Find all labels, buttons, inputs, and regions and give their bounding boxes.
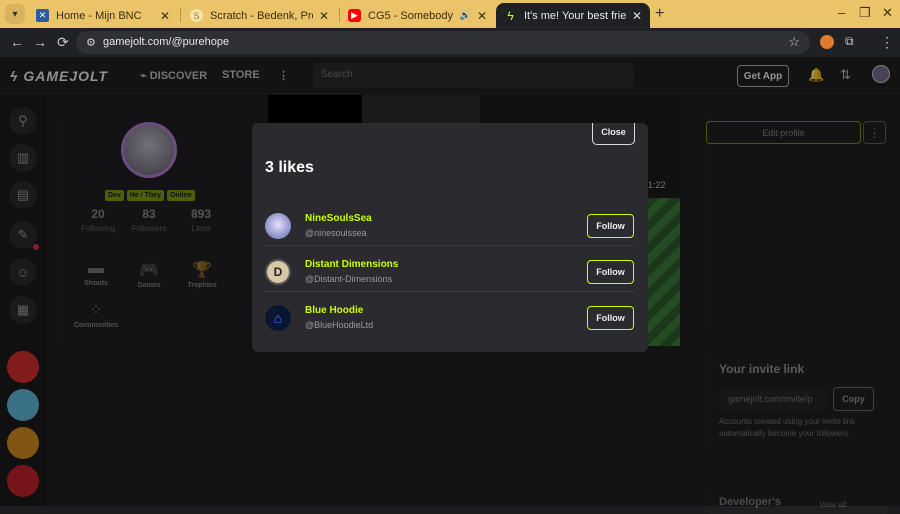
close-tab-icon[interactable]: ✕ — [477, 9, 487, 23]
browser-tab-bar: ▾ ✕ Home - Mijn BNC ✕ S Scratch - Bedenk… — [0, 0, 900, 28]
list-item: D Distant Dimensions @Distant-Dimensions… — [264, 246, 635, 292]
omnibox[interactable]: ⚙ gamejolt.com/@purehope ☆ — [76, 31, 810, 54]
tab-separator — [180, 8, 181, 22]
tab-home-mijn-bnc[interactable]: ✕ Home - Mijn BNC ✕ — [28, 3, 178, 28]
close-tab-icon[interactable]: ✕ — [632, 9, 642, 23]
user-name[interactable]: Distant Dimensions — [305, 259, 398, 270]
forward-icon[interactable]: → — [33, 34, 47, 50]
bookmark-star-icon[interactable]: ☆ — [788, 34, 800, 50]
scratch-favicon-icon: S — [190, 9, 203, 22]
user-name[interactable]: Blue Hoodie — [305, 305, 363, 316]
modal-title: 3 likes — [265, 159, 314, 176]
user-handle: @BlueHoodieLtd — [305, 320, 374, 330]
tab-search-button[interactable]: ▾ — [5, 4, 25, 24]
bnc-favicon-icon: ✕ — [36, 9, 49, 22]
address-bar: ← → ⟳ ⚙ gamejolt.com/@purehope ☆ ⧉ ⋮ — [0, 28, 900, 57]
maximize-icon[interactable]: ❐ — [859, 5, 871, 21]
user-avatar[interactable]: D — [265, 259, 291, 285]
user-name[interactable]: NineSoulsSea — [305, 213, 372, 224]
speaker-icon[interactable]: 🔊 — [460, 10, 471, 21]
tab-title: It's me! Your best friend! (@pur — [524, 9, 626, 22]
window-close-icon[interactable]: ✕ — [882, 5, 893, 21]
close-tab-icon[interactable]: ✕ — [160, 9, 170, 23]
back-icon[interactable]: ← — [10, 34, 24, 50]
user-avatar[interactable]: ⌂ — [265, 305, 291, 331]
reload-icon[interactable]: ⟳ — [57, 34, 69, 51]
browser-menu-icon[interactable]: ⋮ — [880, 34, 894, 51]
follow-button[interactable]: Follow — [587, 306, 634, 330]
user-handle: @ninesoulssea — [305, 228, 367, 238]
follow-button[interactable]: Follow — [587, 214, 634, 238]
list-item: ⌂ Blue Hoodie @BlueHoodieLtd Follow — [264, 292, 635, 338]
follow-button[interactable]: Follow — [587, 260, 634, 284]
minimize-icon[interactable]: – — [838, 5, 845, 20]
extensions-puzzle-icon[interactable]: ⧉ — [845, 34, 854, 49]
close-button[interactable]: Close — [592, 123, 635, 145]
user-avatar[interactable] — [265, 213, 291, 239]
url-text[interactable]: gamejolt.com/@purehope — [103, 36, 229, 48]
list-item: NineSoulsSea @ninesoulssea Follow — [264, 200, 635, 246]
youtube-favicon-icon: ▶ — [348, 9, 361, 22]
tab-title: Home - Mijn BNC — [56, 9, 142, 22]
site-info-icon[interactable]: ⚙ — [86, 36, 96, 49]
tab-scratch[interactable]: S Scratch - Bedenk, Programmeer ✕ — [182, 3, 337, 28]
tab-title: Scratch - Bedenk, Programmeer — [210, 9, 313, 22]
close-tab-icon[interactable]: ✕ — [319, 9, 329, 23]
new-tab-icon[interactable]: + — [655, 5, 664, 23]
tab-title: CG5 - Somebody Real (Slow — [368, 9, 454, 22]
extension-icon[interactable] — [820, 35, 834, 49]
tab-youtube-cg5[interactable]: ▶ CG5 - Somebody Real (Slow 🔊 ✕ — [340, 3, 495, 28]
gamejolt-favicon-icon: ϟ — [507, 8, 514, 23]
tab-gamejolt-active[interactable]: ϟ It's me! Your best friend! (@pur ✕ — [496, 3, 650, 28]
likes-modal: Close 3 likes NineSoulsSea @ninesoulssea… — [252, 123, 648, 352]
user-handle: @Distant-Dimensions — [305, 274, 393, 284]
